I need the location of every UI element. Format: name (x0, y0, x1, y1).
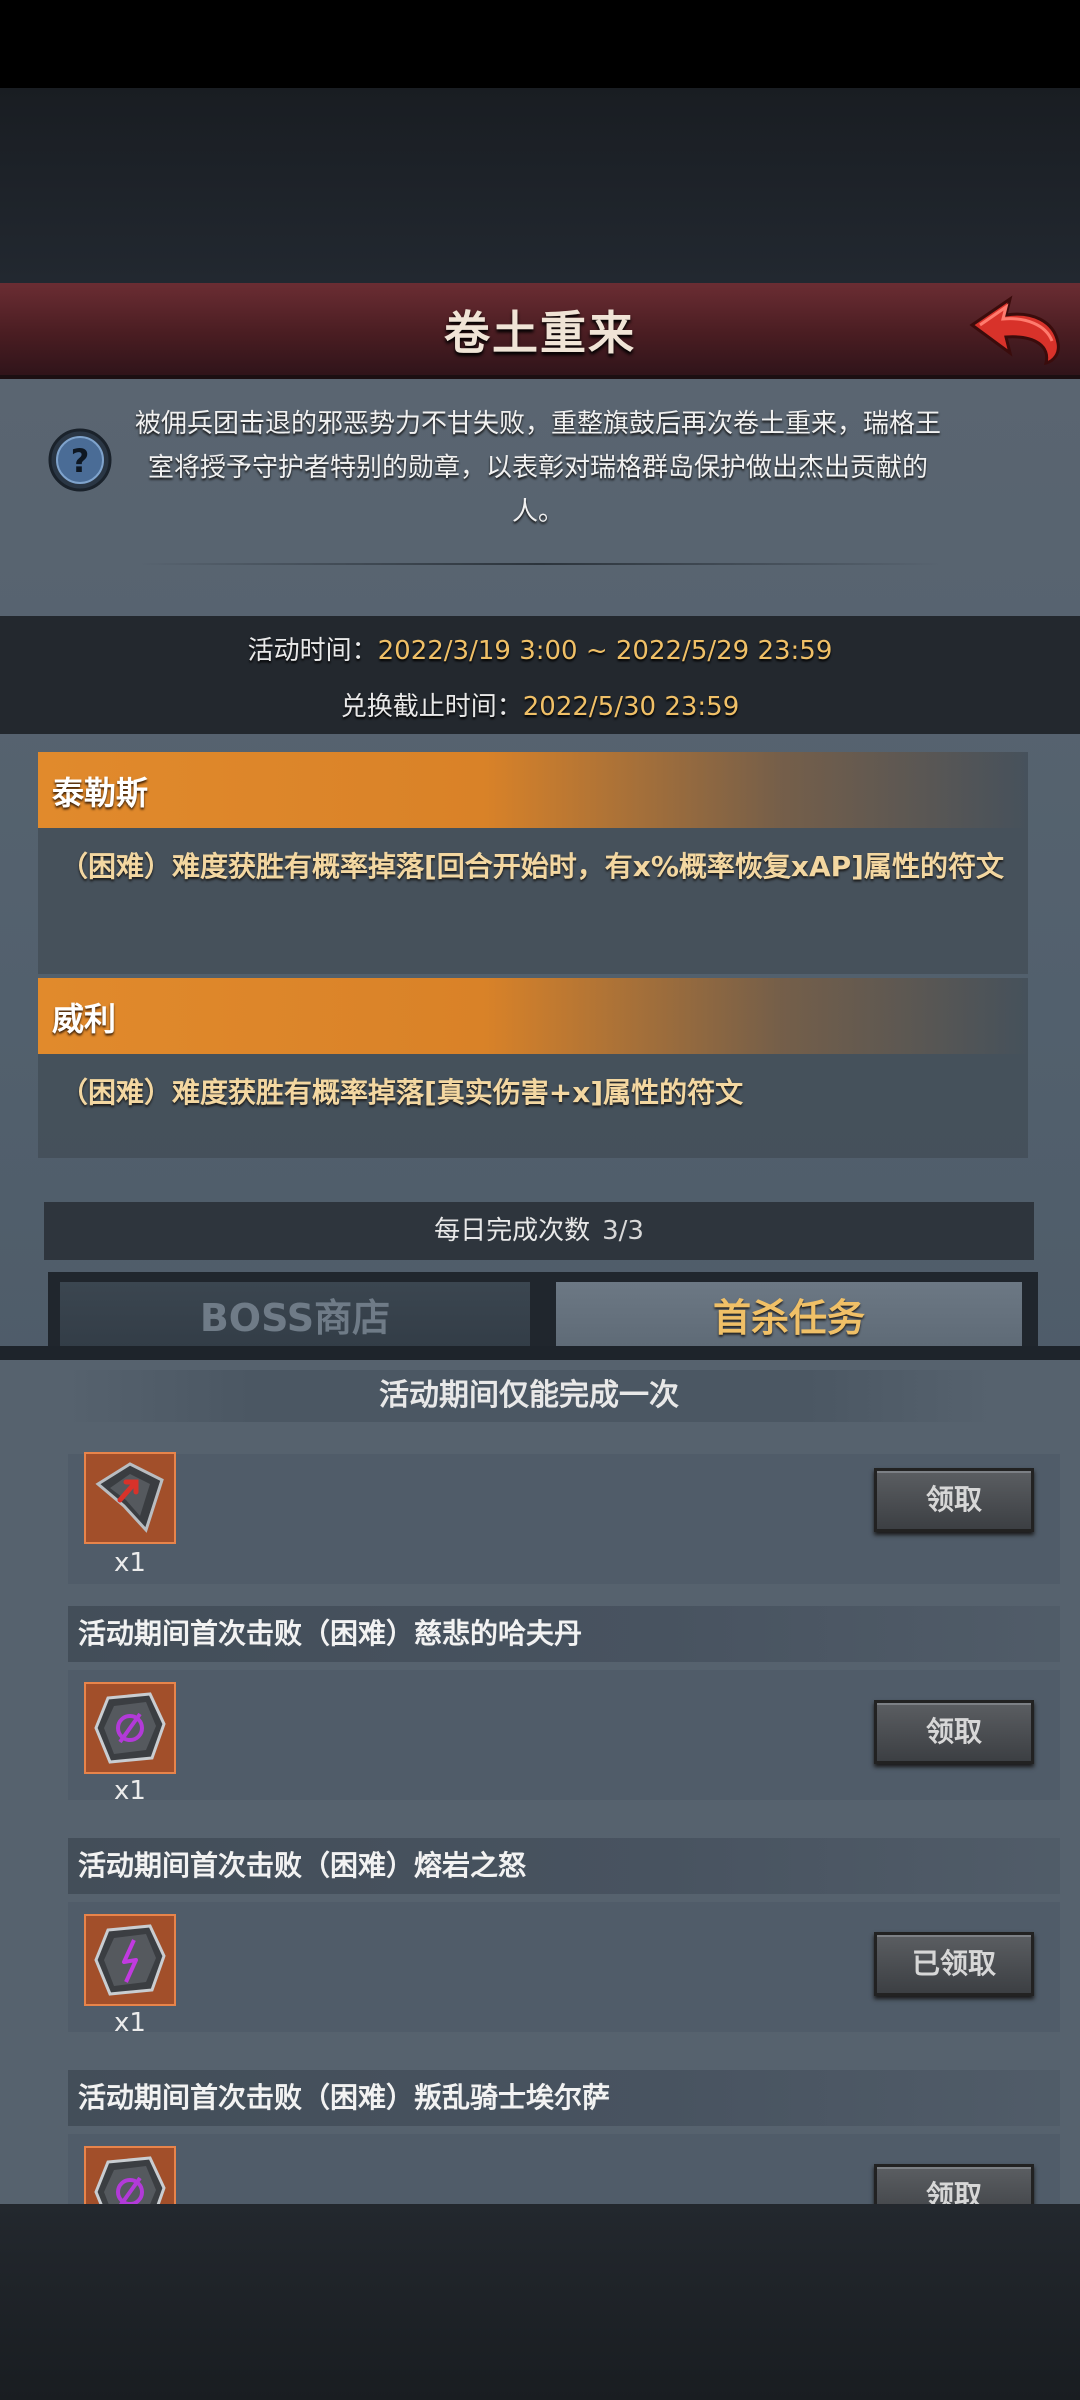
boss-card-tales: 泰勒斯 （困难）难度获胜有概率掉落[回合开始时，有x%概率恢复xAP]属性的符文 (38, 752, 1028, 974)
boss-card-willy: 威利 （困难）难度获胜有概率掉落[真实伤害+x]属性的符文 (38, 978, 1028, 1158)
bolt-rune-icon (94, 1924, 166, 1996)
help-button[interactable]: ? (48, 428, 112, 492)
void-rune-icon (94, 2156, 166, 2204)
divider (140, 563, 940, 565)
daily-completion: 每日完成次数 3/3 (44, 1202, 1034, 1260)
exchange-deadline-value: 2022/5/30 23:59 (522, 692, 740, 722)
exchange-deadline-row: 兑换截止时间：2022/5/30 23:59 (0, 686, 1080, 723)
claim-button[interactable]: 领取 (874, 1700, 1034, 1764)
page-title: 卷土重来 (444, 306, 636, 360)
task-title: 活动期间首次击败（困难）叛乱骑士埃尔萨 (68, 2070, 1060, 2126)
task-list[interactable]: 活动期间仅能完成一次 x1 领取 活动期间首次击败（困难）慈悲的哈夫丹 x1 领… (0, 1360, 1080, 2204)
reward-qty: x1 (114, 2008, 146, 2038)
exchange-deadline-label: 兑换截止时间： (340, 692, 523, 722)
header-backdrop (0, 88, 1080, 283)
boss-header: 威利 (38, 978, 1028, 1054)
claim-button[interactable]: 领取 (874, 1468, 1034, 1532)
event-time-row: 活动时间：2022/3/19 3:00 ~ 2022/5/29 23:59 (0, 630, 1080, 667)
tab-boss-shop[interactable]: BOSS商店 (60, 1282, 530, 1354)
daily-label: 每日完成次数 (434, 1216, 591, 1246)
event-time-label: 活动时间： (247, 636, 378, 666)
once-notice: 活动期间仅能完成一次 (64, 1370, 994, 1422)
void-rune-icon (94, 1692, 166, 1764)
boss-name: 泰勒斯 (52, 774, 149, 812)
reward-item-slot[interactable] (84, 1682, 176, 1774)
task-body: x1 领取 (68, 2134, 1060, 2204)
event-time-bar: 活动时间：2022/3/19 3:00 ~ 2022/5/29 23:59 兑换… (0, 616, 1080, 734)
arrow-rune-icon (95, 1462, 164, 1533)
daily-count: 3/3 (602, 1216, 644, 1246)
claim-button[interactable]: 领取 (874, 2164, 1034, 2204)
reward-item-slot[interactable] (84, 1452, 176, 1544)
boss-name: 威利 (52, 1000, 117, 1038)
back-arrow-icon (969, 295, 1060, 366)
task-body: x1 领取 (68, 1670, 1060, 1806)
question-mark-icon: ? (48, 428, 112, 492)
task-body: x1 已领取 (68, 1902, 1060, 2038)
event-time-value: 2022/3/19 3:00 ~ 2022/5/29 23:59 (377, 636, 833, 666)
reward-qty: x1 (114, 1548, 146, 1578)
boss-drop-desc: （困难）难度获胜有概率掉落[真实伤害+x]属性的符文 (60, 1076, 744, 1109)
bottom-backdrop (0, 2204, 1080, 2400)
title-bar: 卷土重来 (0, 283, 1080, 379)
svg-text:?: ? (71, 442, 90, 480)
status-bar (0, 0, 1080, 88)
event-description: 被佣兵团击退的邪恶势力不甘失败，重整旗鼓后再次卷土重来，瑞格王室将授予守护者特别… (134, 409, 941, 527)
claimed-button[interactable]: 已领取 (874, 1932, 1034, 1996)
boss-drop-desc: （困难）难度获胜有概率掉落[回合开始时，有x%概率恢复xAP]属性的符文 (60, 850, 1004, 883)
back-button[interactable] (966, 291, 1062, 367)
task-title: 活动期间首次击败（困难）慈悲的哈夫丹 (68, 1606, 1060, 1662)
reward-item-slot[interactable] (84, 1914, 176, 2006)
reward-item-slot[interactable] (84, 2146, 176, 2204)
boss-header: 泰勒斯 (38, 752, 1028, 828)
task-body: x1 领取 (68, 1452, 1060, 1584)
reward-qty: x1 (114, 1776, 146, 1806)
task-title: 活动期间首次击败（困难）熔岩之怒 (68, 1838, 1060, 1894)
